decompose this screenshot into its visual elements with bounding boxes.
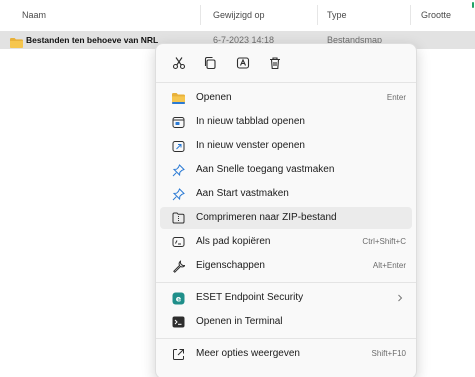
copy-icon	[204, 56, 216, 70]
menu-item-label: Meer opties weergeven	[196, 348, 300, 359]
menu-item-label: Eigenschappen	[196, 260, 265, 271]
wrench-icon	[171, 259, 185, 273]
menu-item-shortcut: Enter	[386, 93, 406, 102]
menu-divider	[156, 338, 416, 339]
column-header: Naam Gewijzigd op Type Grootte	[0, 0, 475, 30]
menu-item-label: Aan Start vastmaken	[196, 188, 289, 199]
rename-icon	[236, 57, 250, 69]
chevron-right-icon	[396, 291, 404, 309]
column-divider[interactable]	[317, 5, 318, 25]
column-divider[interactable]	[410, 5, 411, 25]
folder-icon	[171, 91, 185, 105]
menu-item-label: Openen in Terminal	[196, 316, 283, 327]
menu-item-label: Openen	[196, 92, 232, 103]
menu-item-label: Comprimeren naar ZIP-bestand	[196, 212, 337, 223]
pin-icon	[171, 187, 185, 201]
menu-item-shortcut: Ctrl+Shift+C	[362, 237, 406, 246]
column-name[interactable]: Naam	[22, 10, 46, 20]
column-size[interactable]: Grootte	[421, 10, 451, 20]
file-explorer-window: Naam Gewijzigd op Type Grootte Bestanden…	[0, 0, 475, 377]
scissors-icon	[172, 57, 186, 70]
trash-icon	[270, 57, 280, 70]
menu-divider	[156, 282, 416, 283]
menu-item-eset[interactable]: e ESET Endpoint Security	[160, 287, 412, 309]
menu-item-label: Als pad kopiëren	[196, 236, 271, 247]
rename-button[interactable]	[233, 53, 253, 73]
zip-icon	[171, 211, 185, 225]
menu-item-shortcut: Shift+F10	[371, 349, 406, 358]
pin-icon	[171, 163, 185, 177]
menu-item-more-options[interactable]: Meer opties weergeven Shift+F10	[160, 343, 412, 365]
menu-item-open-terminal[interactable]: Openen in Terminal	[160, 311, 412, 333]
menu-item-open[interactable]: Openen Enter	[160, 87, 412, 109]
menu-item-compress-zip[interactable]: Comprimeren naar ZIP-bestand	[160, 207, 412, 229]
svg-text:e: e	[175, 294, 181, 303]
menu-item-pin-quick-access[interactable]: Aan Snelle toegang vastmaken	[160, 159, 412, 181]
file-name: Bestanden ten behoeve van NRL	[26, 35, 159, 45]
delete-button[interactable]	[265, 53, 285, 73]
context-menu: Openen Enter In nieuw tabblad openen In …	[155, 43, 417, 377]
menu-divider	[156, 82, 416, 83]
menu-item-label: In nieuw tabblad openen	[196, 116, 305, 127]
eset-icon: e	[171, 291, 185, 305]
cut-button[interactable]	[169, 53, 189, 73]
column-type[interactable]: Type	[327, 10, 347, 20]
menu-item-open-new-tab[interactable]: In nieuw tabblad openen	[160, 111, 412, 133]
menu-item-open-new-window[interactable]: In nieuw venster openen	[160, 135, 412, 157]
column-divider[interactable]	[200, 5, 201, 25]
quick-actions-bar	[156, 44, 416, 82]
menu-item-copy-as-path[interactable]: Als pad kopiëren Ctrl+Shift+C	[160, 231, 412, 253]
menu-item-properties[interactable]: Eigenschappen Alt+Enter	[160, 255, 412, 277]
new-tab-icon	[171, 115, 185, 129]
folder-icon	[10, 35, 23, 53]
menu-item-label: In nieuw venster openen	[196, 140, 305, 151]
scrollbar-thumb[interactable]	[472, 2, 474, 8]
menu-item-label: Aan Snelle toegang vastmaken	[196, 164, 335, 175]
menu-item-pin-start[interactable]: Aan Start vastmaken	[160, 183, 412, 205]
copy-button[interactable]	[200, 53, 220, 73]
menu-item-shortcut: Alt+Enter	[372, 261, 406, 270]
more-options-icon	[171, 347, 185, 361]
copy-path-icon	[171, 235, 185, 249]
terminal-icon	[171, 315, 185, 329]
column-modified[interactable]: Gewijzigd op	[213, 10, 265, 20]
menu-item-label: ESET Endpoint Security	[196, 292, 304, 303]
new-window-icon	[171, 139, 185, 153]
